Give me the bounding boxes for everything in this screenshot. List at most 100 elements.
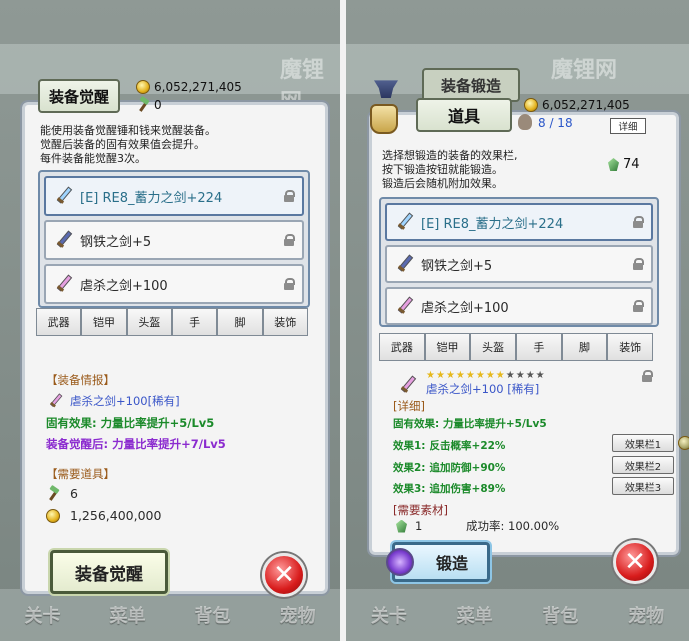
required-gold: 1,256,400,000 <box>70 508 162 523</box>
equipment-item[interactable]: 虐杀之剑+100 <box>385 287 653 325</box>
awakened-effect: 装备觉醒后: 力量比率提升+7/Lv5 <box>46 437 226 451</box>
gem-count: 74 <box>623 157 640 172</box>
forge-description: 选择想锻造的装备的效果栏, 按下锻造按钮就能锻造。 锻造后会随机附加效果。 <box>382 149 518 191</box>
gold-amount: 6,052,271,405 <box>154 80 242 94</box>
description-line: 锻造后会随机附加效果。 <box>382 177 503 190</box>
tab-hand[interactable]: 手 <box>516 333 562 361</box>
star-icon: ★ <box>455 370 465 381</box>
equipment-item[interactable]: [E] RE8_蓄力之剑+224 <box>44 176 304 216</box>
sword-icon <box>48 394 62 408</box>
sword-icon <box>54 187 72 205</box>
forge-gear-icon <box>386 548 414 576</box>
lock-icon[interactable] <box>284 234 295 246</box>
star-icon: ★ <box>445 370 455 381</box>
star-icon: ★ <box>505 370 515 381</box>
success-rate: 成功率: 100.00% <box>466 519 560 533</box>
hammer-count: 0 <box>154 98 162 112</box>
star-icon: ★ <box>465 370 475 381</box>
gold-display: 6,052,271,405 <box>524 98 630 112</box>
tab-accessory[interactable]: 装饰 <box>262 308 308 336</box>
description-line: 能使用装备觉醒锤和钱来觉醒装备。 <box>40 124 216 137</box>
awaken-screen: 魔锂网 关卡 菜单 背包 宠物 装备觉醒 6,052,271,405 0 能使用… <box>0 0 340 641</box>
effect-text: 追加伤害+89% <box>429 483 506 495</box>
close-button[interactable]: ✕ <box>613 540 657 584</box>
awaken-button[interactable]: 装备觉醒 <box>50 550 168 594</box>
star-icon: ★ <box>525 370 535 381</box>
tab-foot[interactable]: 脚 <box>217 308 263 336</box>
bg-nav-item: 关卡 <box>24 606 61 627</box>
close-button[interactable]: ✕ <box>262 553 306 597</box>
gem-display: 74 <box>608 157 640 172</box>
sack-icon <box>518 114 532 130</box>
coin-icon <box>524 98 538 112</box>
tab-hand[interactable]: 手 <box>171 308 218 336</box>
effect-slot-1-button[interactable]: 效果栏1 <box>612 434 674 452</box>
gem-icon <box>608 158 619 171</box>
material-title: [需要素材] <box>393 503 448 517</box>
tab-armor[interactable]: 铠甲 <box>81 308 127 336</box>
required-title: 【需要道具】 <box>46 467 115 481</box>
sword-icon <box>395 297 413 315</box>
info-title: 【装备情报】 <box>46 373 115 387</box>
equipment-item[interactable]: 虐杀之剑+100 <box>44 264 304 304</box>
lock-icon[interactable] <box>633 216 644 228</box>
lock-icon[interactable] <box>633 258 644 270</box>
tab-armor[interactable]: 铠甲 <box>424 333 471 361</box>
effect-row-2: 效果2: 追加防御+90% 效果栏2 <box>393 456 674 475</box>
required-gold-row: 1,256,400,000 <box>46 508 226 524</box>
effect-text: 反击概率+22% <box>429 440 506 452</box>
sword-icon <box>395 213 413 231</box>
effect-slot-2-button[interactable]: 效果栏2 <box>612 456 674 474</box>
items-title-tab[interactable]: 道具 <box>416 98 512 132</box>
bg-nav-item: 宠物 <box>628 606 665 627</box>
equipment-item[interactable]: [E] RE8_蓄力之剑+224 <box>385 203 653 241</box>
star-icon: ★ <box>475 370 485 381</box>
required-hammers: 6 <box>70 486 78 501</box>
tab-foot[interactable]: 脚 <box>561 333 608 361</box>
forge-button-label: 锻造 <box>435 554 468 573</box>
equipment-name: 钢铁之剑+5 <box>80 234 152 250</box>
equipment-list[interactable]: [E] RE8_蓄力之剑+224 钢铁之剑+5 虐杀之剑+100 <box>379 197 659 327</box>
gem-icon <box>396 519 407 533</box>
background-nav: 关卡 菜单 背包 宠物 <box>346 589 689 641</box>
lock-icon[interactable] <box>633 300 644 312</box>
lock-icon[interactable] <box>642 370 653 382</box>
effect-row-1: 效果1: 反击概率+22% 效果栏1 <box>393 434 689 453</box>
awaken-title-tab[interactable]: 装备觉醒 <box>38 79 120 113</box>
forge-screen: 魔锂网 关卡 菜单 背包 宠物 装备锻造 道具 6,052,271,405 8 … <box>346 0 689 641</box>
description-line: 每件装备能觉醒3次。 <box>40 152 146 165</box>
lock-icon[interactable] <box>284 278 295 290</box>
tab-accessory[interactable]: 装饰 <box>607 333 654 361</box>
forge-title-tab[interactable]: 装备锻造 <box>422 68 520 102</box>
background-nav: 关卡 菜单 背包 宠物 <box>0 589 340 641</box>
equipment-item[interactable]: 钢铁之剑+5 <box>44 220 304 260</box>
equipment-list[interactable]: [E] RE8_蓄力之剑+224 钢铁之剑+5 虐杀之剑+100 <box>38 170 310 308</box>
effect-row-3: 效果3: 追加伤害+89% 效果栏3 <box>393 477 674 496</box>
tab-weapon[interactable]: 武器 <box>36 308 82 336</box>
gold-amount: 6,052,271,405 <box>542 98 630 112</box>
effect-slot-3-button[interactable]: 效果栏3 <box>612 477 674 495</box>
gold-display: 6,052,271,405 <box>136 80 242 94</box>
equipment-name: 钢铁之剑+5 <box>421 258 493 274</box>
lock-icon[interactable] <box>284 190 295 202</box>
hammer-icon <box>46 487 60 501</box>
close-icon: ✕ <box>273 560 295 590</box>
sword-icon <box>395 255 413 273</box>
item-name: 虐杀之剑+100 [稀有] <box>426 382 540 396</box>
equipment-name: 虐杀之剑+100 <box>80 278 168 294</box>
detail-button[interactable]: 详细 <box>610 118 646 134</box>
tab-weapon[interactable]: 武器 <box>379 333 425 361</box>
equipment-tabs: 武器 铠甲 头盔 手 脚 装饰 <box>36 308 308 336</box>
tab-helmet[interactable]: 头盔 <box>126 308 172 336</box>
tab-helmet[interactable]: 头盔 <box>470 333 517 361</box>
awaken-description: 能使用装备觉醒锤和钱来觉醒装备。 觉醒后装备的固有效果值会提升。 每件装备能觉醒… <box>40 124 216 166</box>
required-hammer-row: 6 <box>46 486 226 502</box>
equipment-item[interactable]: 钢铁之剑+5 <box>385 245 653 283</box>
inherent-effect: 固有效果: 力量比率提升+5/Lv5 <box>393 418 547 430</box>
star-icon: ★ <box>426 370 435 381</box>
star-icon: ★ <box>495 370 505 381</box>
effect-label: 效果1: <box>393 440 426 452</box>
effect-lock-icon[interactable] <box>678 436 689 450</box>
star-icon: ★ <box>485 370 495 381</box>
bg-nav-item: 背包 <box>194 606 231 627</box>
